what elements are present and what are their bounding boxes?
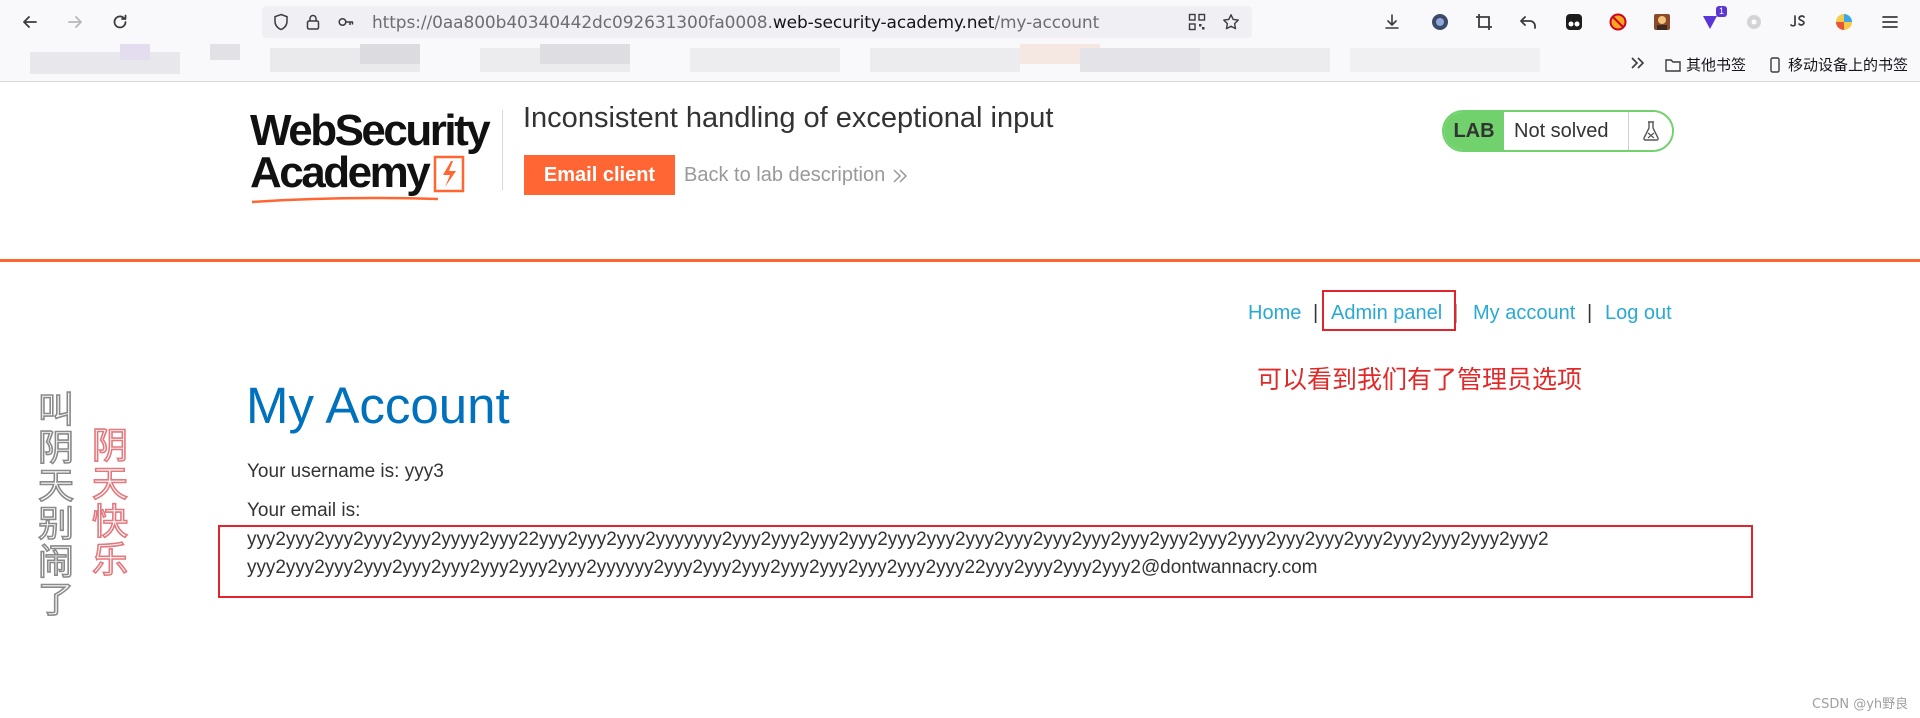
nav-my-account-link[interactable]: My account: [1473, 302, 1575, 324]
logo-lightning-icon: [433, 155, 465, 193]
js-icon[interactable]: [1786, 10, 1810, 34]
qr-code-icon[interactable]: [1188, 13, 1206, 31]
blurred-bookmark: [870, 48, 1020, 72]
bookmark-folder-mobile[interactable]: 移动设备上的书签: [1766, 54, 1908, 75]
username-line: Your username is: yyy3: [247, 461, 444, 482]
lab-header: WebSecurity Academy Inconsistent handlin…: [0, 82, 1920, 262]
nav-home-link[interactable]: Home: [1248, 302, 1301, 324]
back-link-label: Back to lab description: [684, 164, 886, 186]
globe-extension-icon[interactable]: [1428, 10, 1452, 34]
double-chevron-right-icon: [893, 168, 908, 183]
reload-icon[interactable]: [108, 10, 132, 34]
watermark-gray-text: 叫 阴 天 别 闹 了: [37, 390, 75, 621]
avatar-extension-icon[interactable]: [1650, 10, 1674, 34]
header-divider: [502, 110, 503, 190]
blurred-bookmark: [690, 48, 840, 72]
email-highlight-box: [218, 525, 1753, 598]
csdn-credit: CSDN @yh野良: [1812, 697, 1909, 712]
chevron-right-double-icon[interactable]: [1628, 54, 1646, 72]
nav-log-out-link[interactable]: Log out: [1605, 302, 1672, 324]
gear-extension-icon[interactable]: [1742, 10, 1766, 34]
lab-badge: LAB: [1444, 112, 1504, 150]
page-title: My Account: [246, 377, 510, 434]
blurred-bookmark: [120, 44, 150, 60]
blurred-bookmark: [210, 44, 240, 60]
lab-status-text: Not solved: [1514, 119, 1609, 142]
lab-status-widget: LAB Not solved: [1442, 110, 1674, 152]
blurred-bookmark: [540, 44, 630, 64]
back-arrow-icon[interactable]: [18, 10, 42, 34]
web-security-academy-logo[interactable]: WebSecurity Academy: [250, 106, 502, 206]
tampermonkey-icon[interactable]: [1562, 10, 1586, 34]
blurred-bookmark: [360, 44, 420, 64]
nav-separator: |: [1313, 302, 1319, 324]
address-bar[interactable]: https://0aa800b40340442dc092631300fa0008…: [262, 6, 1252, 38]
mobile-icon: [1770, 56, 1780, 73]
back-to-lab-link[interactable]: Back to lab description: [684, 164, 909, 187]
colorful-extension-icon[interactable]: [1832, 10, 1856, 34]
folder-icon: [1665, 58, 1681, 72]
blurred-bookmark: [1350, 48, 1540, 72]
crop-icon[interactable]: [1472, 10, 1496, 34]
lab-title: Inconsistent handling of exceptional inp…: [523, 102, 1054, 134]
block-icon[interactable]: [1606, 10, 1630, 34]
bookmarks-bar: 其他书签 移动设备上的书签: [0, 44, 1920, 82]
logo-underline-swoosh: [251, 196, 439, 204]
undo-arrow-icon[interactable]: [1516, 10, 1540, 34]
email-client-button[interactable]: Email client: [524, 155, 675, 195]
watermark-red-text: 阴 天 快 乐: [91, 426, 129, 581]
bookmark-folder-other[interactable]: 其他书签: [1664, 54, 1746, 75]
nav-separator: |: [1587, 302, 1593, 324]
url-text[interactable]: https://0aa800b40340442dc092631300fa0008…: [372, 13, 1099, 33]
flask-icon: [1628, 112, 1672, 150]
blurred-bookmark: [1200, 48, 1330, 72]
key-icon[interactable]: [337, 13, 355, 31]
bookmark-folder-label: 移动设备上的书签: [1788, 57, 1909, 74]
annotation-note: 可以看到我们有了管理员选项: [1257, 365, 1583, 394]
browser-toolbar: https://0aa800b40340442dc092631300fa0008…: [0, 0, 1920, 44]
nav-log-out[interactable]: Log out: [1605, 302, 1672, 325]
bookmark-folder-label: 其他书签: [1686, 57, 1747, 74]
email-label: Your email is:: [247, 500, 361, 521]
logo-line1: WebSecurity: [250, 106, 491, 155]
menu-icon[interactable]: [1878, 10, 1902, 34]
nav-my-account[interactable]: My account: [1473, 302, 1575, 325]
shield-icon[interactable]: [272, 13, 290, 31]
forward-arrow-icon[interactable]: [63, 10, 87, 34]
download-icon[interactable]: [1380, 10, 1404, 34]
tag-extension-icon[interactable]: 1: [1698, 6, 1727, 34]
admin-panel-highlight-box: [1322, 290, 1456, 331]
nav-home[interactable]: Home: [1248, 302, 1301, 325]
star-icon[interactable]: [1222, 13, 1240, 31]
lock-icon[interactable]: [304, 13, 322, 31]
extension-badge: 1: [1715, 6, 1727, 17]
blurred-bookmark: [30, 52, 180, 74]
